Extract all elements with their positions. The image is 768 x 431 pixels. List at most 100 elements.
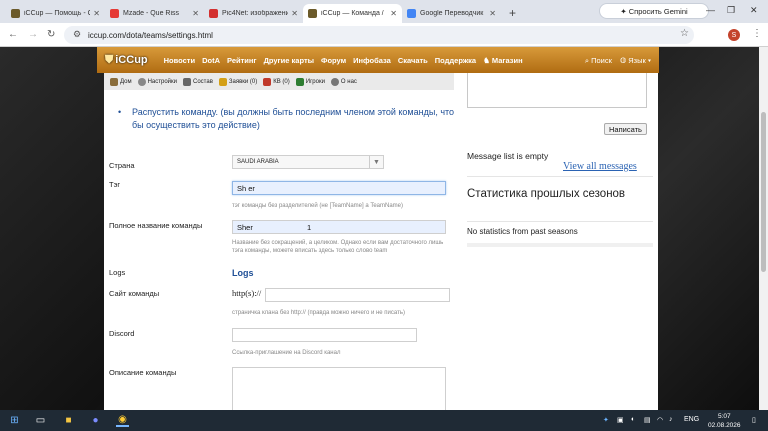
shop-icon: ♞	[483, 55, 492, 65]
team-fullname-input[interactable]: Sher 1	[232, 220, 446, 234]
nav-dota[interactable]: DotA	[202, 56, 220, 65]
nav-forum[interactable]: Форум	[321, 56, 346, 65]
pic4net-favicon-icon	[209, 9, 218, 18]
tab-favicon-icon	[308, 9, 317, 18]
nav-infobase[interactable]: Инфобаза	[353, 56, 391, 65]
copilot-icon[interactable]: ✦	[603, 416, 609, 424]
close-tab-icon[interactable]: ✕	[390, 9, 397, 18]
chrome-taskbar-icon[interactable]: ◉	[116, 414, 129, 427]
site-nav-right: ⌕ Поиск ◍ Язык ▾	[585, 56, 651, 66]
back-arrow-icon[interactable]: ←	[8, 29, 18, 40]
discord-taskbar-icon[interactable]: ●	[89, 414, 102, 427]
browser-tab-1[interactable]: iCCup — Помощь - С ✕	[6, 4, 105, 23]
tray-app-icon[interactable]: ◐	[631, 416, 635, 423]
browser-tab-4-active[interactable]: iCCup — Команда / ✕	[303, 4, 402, 23]
file-explorer-icon[interactable]: ■	[62, 414, 75, 427]
shield-icon: ⛊	[105, 53, 114, 66]
task-view-icon[interactable]: ▭	[34, 414, 47, 427]
subnav-clanwars[interactable]: КВ (0)	[263, 77, 290, 86]
nav-other-maps[interactable]: Другие карты	[264, 56, 314, 65]
browser-tab-2[interactable]: Mzade - Que Riss ✕	[105, 4, 204, 23]
restore-icon[interactable]: ❐	[727, 5, 735, 16]
http-prefix: http(s)://	[232, 288, 262, 298]
tag-input[interactable]: Sh er	[232, 181, 446, 195]
network-icon[interactable]: ◠	[657, 416, 663, 424]
players-icon	[295, 77, 304, 86]
subnav-players[interactable]: Игроки	[295, 77, 325, 86]
description-textarea[interactable]	[232, 367, 446, 410]
reload-icon[interactable]: ↻	[47, 29, 55, 40]
minimize-icon[interactable]: —	[706, 5, 715, 15]
nav-download[interactable]: Скачать	[398, 56, 428, 65]
notifications-icon[interactable]: ▯	[752, 416, 756, 424]
address-toolbar: ← → ↻ ⚙ iccup.com/dota/teams/settings.ht…	[0, 23, 768, 47]
profile-avatar[interactable]: S	[728, 29, 740, 41]
volume-icon[interactable]: ♪	[669, 416, 673, 423]
language-indicator[interactable]: ENG	[684, 416, 699, 423]
taskbar-clock[interactable]: 5:07 02.08.2026	[708, 412, 741, 430]
close-tab-icon[interactable]: ✕	[93, 9, 100, 18]
tab-favicon-icon	[11, 9, 20, 18]
page-background: ⛊ iCCup Новости DotA Рейтинг Другие карты…	[0, 47, 768, 410]
discord-input[interactable]	[232, 328, 417, 342]
message-textarea[interactable]	[467, 73, 647, 108]
new-tab-button[interactable]: +	[501, 6, 524, 23]
nav-news[interactable]: Новости	[164, 56, 195, 65]
subnav-roster[interactable]: Состав	[183, 77, 213, 86]
website-input[interactable]	[265, 288, 450, 302]
subnav-settings[interactable]: Настройки	[137, 77, 177, 86]
roster-icon	[183, 77, 192, 86]
divider	[467, 176, 653, 177]
search-link[interactable]: ⌕ Поиск	[585, 56, 612, 65]
site-info-icon[interactable]: ⚙	[73, 29, 81, 40]
send-message-button[interactable]: Написать	[604, 123, 647, 135]
logs-title: Logs	[232, 268, 254, 278]
discord-label: Discord	[109, 329, 135, 338]
nav-rating[interactable]: Рейтинг	[227, 56, 257, 65]
country-label: Страна	[109, 161, 135, 170]
close-tab-icon[interactable]: ✕	[192, 9, 199, 18]
disband-team-link[interactable]: • Распустить команду. (вы должны быть по…	[118, 106, 466, 132]
youtube-favicon-icon	[110, 9, 119, 18]
subnav-about[interactable]: О нас	[330, 77, 357, 86]
browser-tab-3[interactable]: Pic4Net: изображени ✕	[204, 4, 303, 23]
warning-icon	[218, 77, 227, 86]
scrollbar-thumb[interactable]	[761, 112, 766, 272]
no-stats-text: No statistics from past seasons	[467, 227, 578, 236]
subnav-home[interactable]: Дом	[110, 77, 132, 86]
tray-app-icon[interactable]: ▤	[644, 416, 651, 424]
browser-tab-5[interactable]: Google Переводчик ✕	[402, 4, 501, 23]
close-window-icon[interactable]: ✕	[750, 5, 758, 16]
nav-support[interactable]: Поддержка	[435, 56, 476, 65]
info-icon	[330, 77, 339, 86]
country-select[interactable]: SAUDI ARABIA ▼	[232, 155, 384, 169]
main-content: Дом Настройки Состав Заявки (0) КВ (0) И…	[104, 73, 658, 410]
forward-arrow-icon[interactable]: →	[28, 29, 38, 40]
nav-shop[interactable]: ♞ Магазин	[483, 56, 523, 65]
chevron-down-icon: ▼	[369, 156, 383, 168]
url-input[interactable]: ⚙ iccup.com/dota/teams/settings.html	[64, 26, 694, 44]
fullname-hint: Название без сокращений, а целиком. Одна…	[232, 240, 444, 254]
close-tab-icon[interactable]: ✕	[291, 9, 298, 18]
language-select[interactable]: ◍ Язык ▾	[620, 56, 651, 65]
view-all-messages-link[interactable]: View all messages	[563, 161, 637, 172]
close-tab-icon[interactable]: ✕	[489, 9, 496, 18]
home-icon	[110, 77, 118, 86]
website-label: Сайт команды	[109, 289, 160, 298]
description-label: Описание команды	[109, 368, 177, 377]
discord-hint: Ссылка-приглашение на Discord канал	[232, 350, 341, 356]
site-logo[interactable]: ⛊ iCCup	[105, 54, 148, 67]
logs-label: Logs	[109, 268, 126, 277]
past-seasons-title: Статистика прошлых сезонов	[467, 188, 626, 200]
tag-hint: тэг команды без разделителей (не [TeamNa…	[232, 203, 404, 209]
bookmark-star-icon[interactable]: ☆	[680, 28, 689, 39]
ask-gemini-button[interactable]: ✦ Спросить Gemini	[599, 3, 709, 19]
browser-menu-icon[interactable]: ⋮	[752, 28, 762, 39]
windows-start-icon[interactable]: ⊞	[8, 414, 21, 427]
windows-taskbar: ⊞ ▭ ■ ● ◉ ✦ ▣ ◐ ▤ ◠ ♪ ENG 5:07 02.08.202…	[0, 410, 768, 431]
subnav-applications[interactable]: Заявки (0)	[218, 77, 257, 86]
website-hint: страничка клана без http:// (правда можн…	[232, 310, 405, 316]
bullet-icon: •	[118, 107, 122, 117]
divider	[467, 243, 653, 247]
tray-app-icon[interactable]: ▣	[617, 416, 624, 424]
